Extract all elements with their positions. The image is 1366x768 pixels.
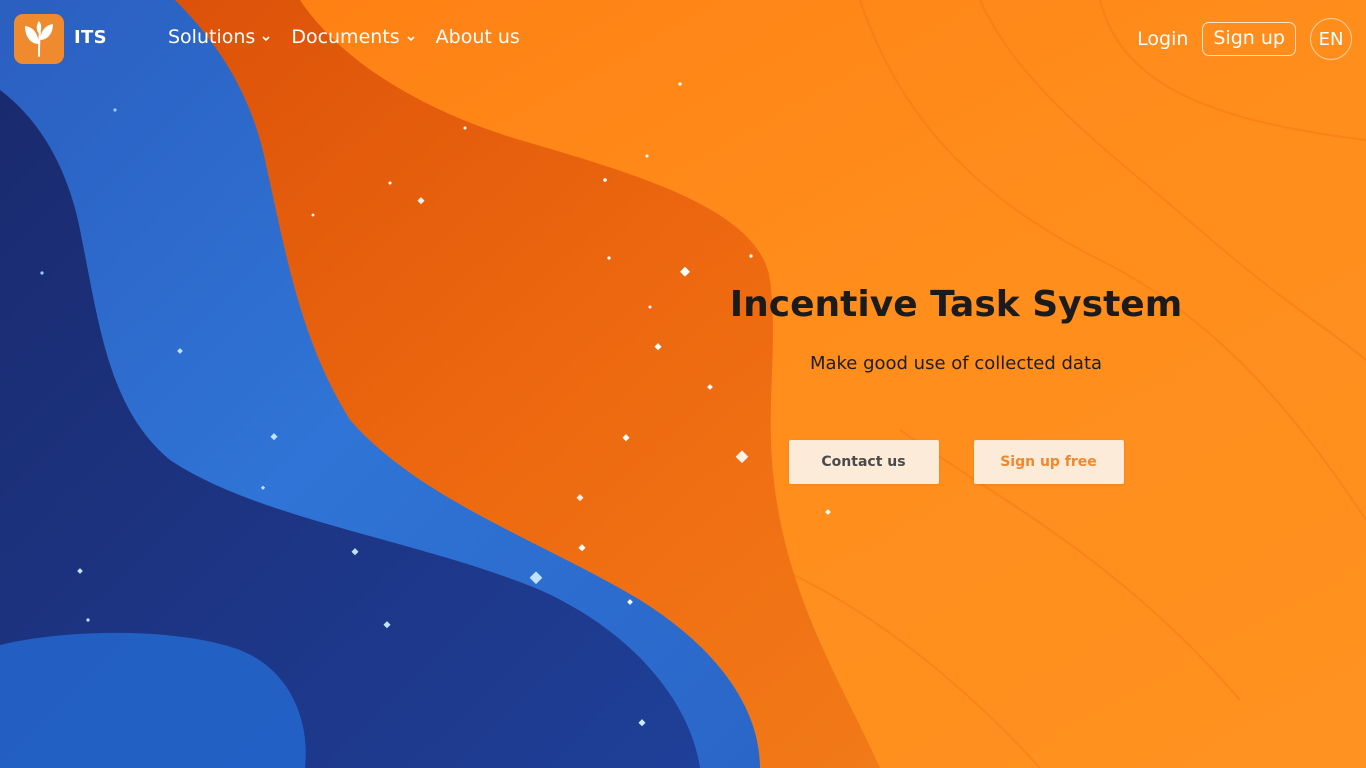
hero-title: Incentive Task System bbox=[729, 284, 1183, 325]
menu-about-us[interactable]: About us bbox=[436, 26, 520, 48]
leaf-sprout-icon bbox=[25, 21, 53, 57]
menu-solutions-label: Solutions bbox=[168, 26, 256, 48]
brand-name[interactable]: ITS bbox=[74, 27, 107, 48]
account-controls: Login Sign up EN bbox=[1137, 18, 1352, 60]
hero-section: Incentive Task System Make good use of c… bbox=[700, 284, 1212, 484]
language-switcher[interactable]: EN bbox=[1310, 18, 1352, 60]
menu-documents-label: Documents bbox=[291, 26, 400, 48]
logo[interactable] bbox=[14, 14, 64, 64]
chevron-down-icon bbox=[262, 35, 270, 41]
sign-up-free-button[interactable]: Sign up free bbox=[973, 440, 1124, 484]
chevron-down-icon bbox=[407, 35, 415, 41]
top-navigation: ITS Solutions Documents About us Login S… bbox=[0, 0, 1366, 78]
menu-solutions[interactable]: Solutions bbox=[168, 26, 271, 48]
menu-documents[interactable]: Documents bbox=[291, 26, 415, 48]
main-menu: Solutions Documents About us bbox=[168, 26, 520, 48]
contact-us-button[interactable]: Contact us bbox=[788, 440, 939, 484]
signup-button[interactable]: Sign up bbox=[1202, 22, 1296, 56]
login-link[interactable]: Login bbox=[1137, 28, 1188, 50]
menu-about-us-label: About us bbox=[435, 26, 520, 48]
landing-page: ITS Solutions Documents About us Login S… bbox=[0, 0, 1366, 768]
hero-actions: Contact us Sign up free bbox=[700, 440, 1212, 484]
hero-subtitle: Make good use of collected data bbox=[809, 353, 1103, 374]
